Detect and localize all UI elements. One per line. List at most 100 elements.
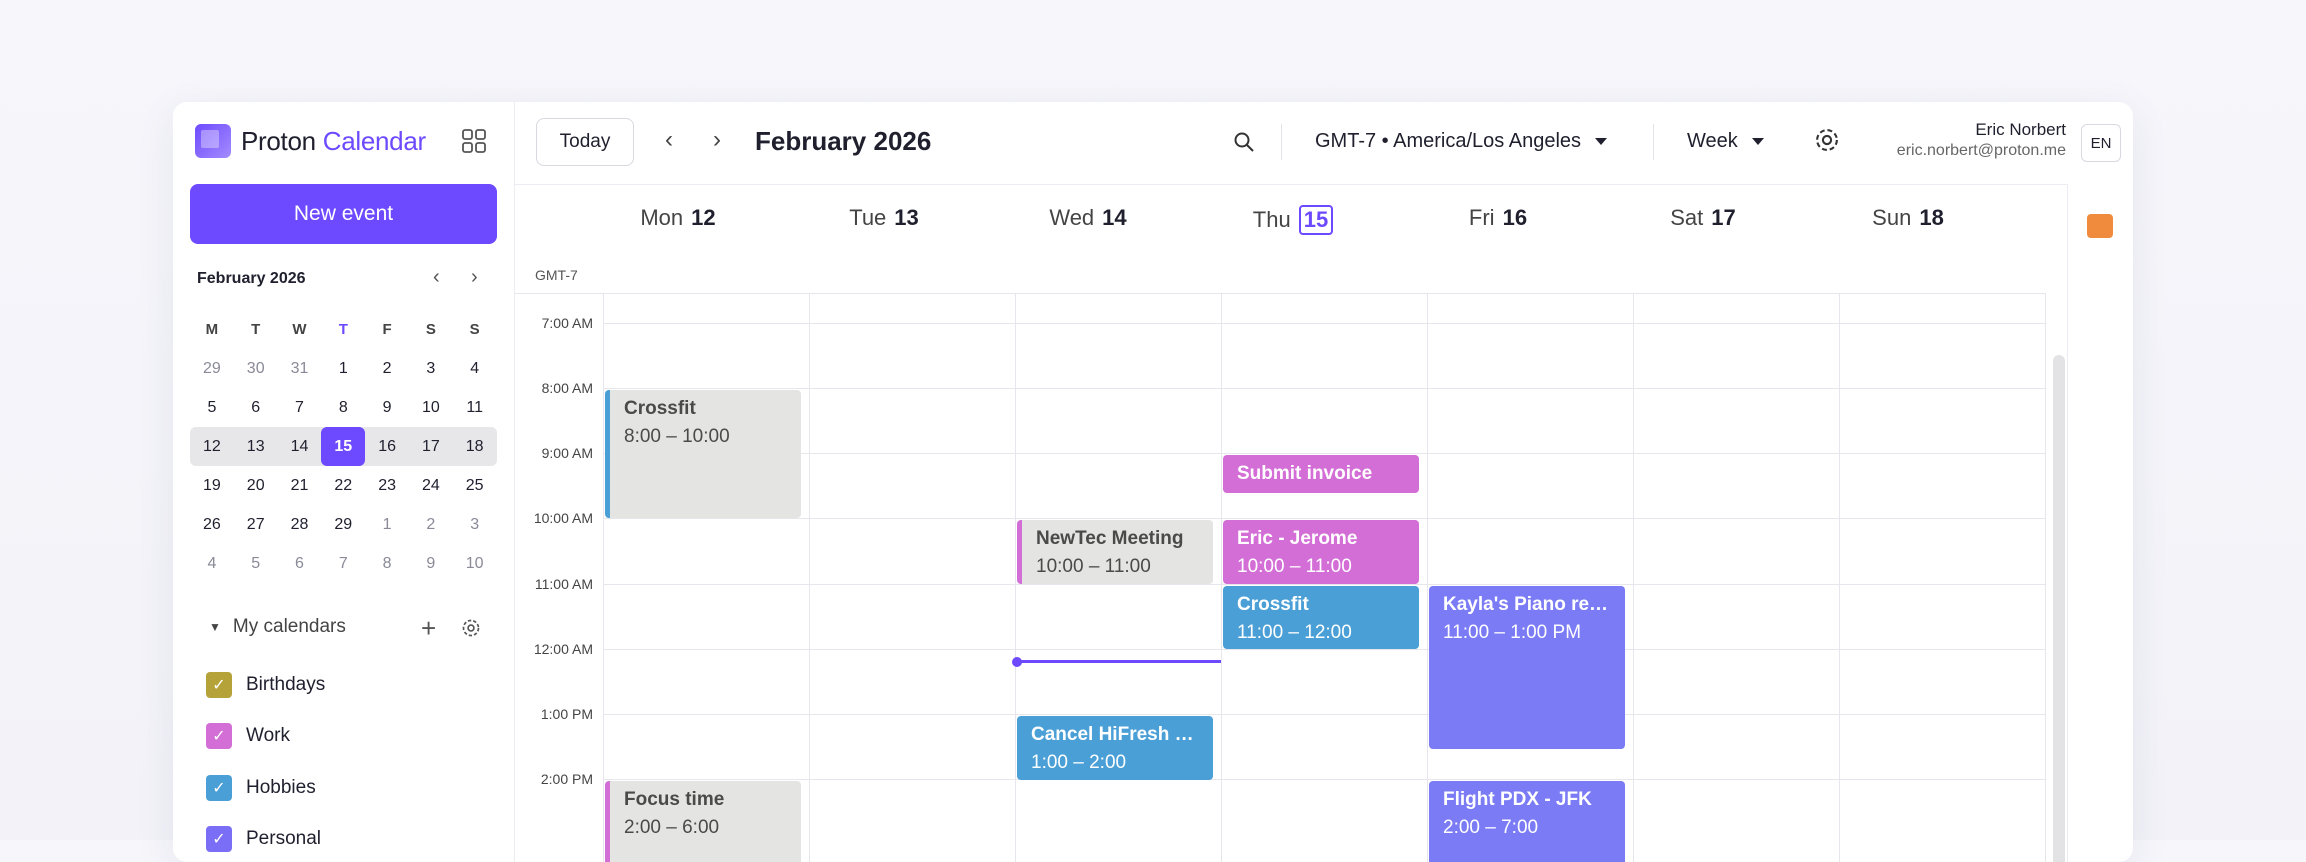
mini-day[interactable]: 19: [190, 477, 234, 495]
mini-day[interactable]: 17: [409, 438, 453, 456]
contacts-icon[interactable]: [2087, 214, 2113, 238]
mini-day[interactable]: 20: [234, 477, 278, 495]
mini-day[interactable]: 4: [190, 555, 234, 573]
checkbox-checked-icon[interactable]: ✓: [206, 723, 232, 749]
event-cancel-hifresh[interactable]: Cancel HiFresh s... 1:00 – 2:00: [1017, 716, 1213, 780]
my-calendars-toggle[interactable]: ▼ My calendars: [209, 616, 346, 638]
calendar-label: Personal: [246, 828, 321, 849]
event-title: Cancel HiFresh s...: [1031, 724, 1199, 745]
mini-day[interactable]: 6: [278, 555, 322, 573]
mini-day[interactable]: 5: [190, 399, 234, 417]
mini-day[interactable]: 29: [321, 516, 365, 534]
mini-day[interactable]: 2: [409, 516, 453, 534]
mini-day[interactable]: 28: [278, 516, 322, 534]
checkbox-checked-icon[interactable]: ✓: [206, 826, 232, 852]
search-icon[interactable]: [1232, 130, 1256, 154]
mini-day[interactable]: 8: [321, 399, 365, 417]
mini-day[interactable]: 13: [234, 438, 278, 456]
mini-day[interactable]: 30: [234, 360, 278, 378]
event-focus-time[interactable]: Focus time 2:00 – 6:00: [605, 781, 801, 862]
day-header-sat[interactable]: Sat 17: [1600, 205, 1806, 231]
day-header-mon[interactable]: Mon 12: [575, 205, 781, 231]
new-event-button[interactable]: New event: [190, 184, 497, 244]
calendar-settings-icon[interactable]: [461, 618, 481, 638]
mini-day[interactable]: 7: [278, 399, 322, 417]
day-header-thu[interactable]: Thu 15: [1190, 205, 1396, 235]
event-time: 1:00 – 2:00: [1031, 752, 1127, 773]
vertical-scrollbar[interactable]: [2053, 355, 2065, 862]
user-email[interactable]: eric.norbert@proton.me: [1897, 142, 2066, 160]
mini-day[interactable]: 10: [453, 555, 497, 573]
day-header-wed[interactable]: Wed 14: [985, 205, 1191, 231]
user-name[interactable]: Eric Norbert: [1975, 120, 2066, 140]
mini-day[interactable]: 23: [365, 477, 409, 495]
day-header-sun[interactable]: Sun 18: [1805, 205, 2011, 231]
mini-day[interactable]: 4: [453, 360, 497, 378]
mini-day[interactable]: 14: [278, 438, 322, 456]
mini-day[interactable]: 8: [365, 555, 409, 573]
mini-day[interactable]: 12: [190, 438, 234, 456]
language-button[interactable]: EN: [2081, 124, 2121, 162]
timezone-select[interactable]: GMT-7 • America/Los Angeles: [1315, 130, 1608, 153]
mini-day[interactable]: 11: [453, 399, 497, 417]
mini-day[interactable]: 26: [190, 516, 234, 534]
mini-next-month-icon[interactable]: ›: [471, 266, 478, 289]
event-crossfit-mon[interactable]: Crossfit 8:00 – 10:00: [605, 390, 801, 518]
event-crossfit-thu[interactable]: Crossfit 11:00 – 12:00: [1223, 586, 1419, 649]
mini-day[interactable]: 25: [453, 477, 497, 495]
mini-day[interactable]: 3: [409, 360, 453, 378]
mini-day[interactable]: 29: [190, 360, 234, 378]
calendar-item-personal[interactable]: ✓ Personal: [206, 826, 321, 852]
mini-day[interactable]: 18: [453, 438, 497, 456]
mini-day-today[interactable]: 15: [321, 427, 366, 466]
calendar-item-birthdays[interactable]: ✓ Birthdays: [206, 672, 325, 698]
event-submit-invoice[interactable]: Submit invoice: [1223, 455, 1419, 493]
today-button[interactable]: Today: [536, 118, 634, 166]
mini-day[interactable]: 2: [365, 360, 409, 378]
view-select[interactable]: Week: [1687, 130, 1764, 153]
settings-gear-icon[interactable]: [1813, 126, 1841, 154]
day-name: Wed: [1049, 205, 1095, 230]
mini-prev-month-icon[interactable]: ‹: [433, 266, 440, 289]
day-number: 13: [894, 205, 919, 230]
mini-day[interactable]: 22: [321, 477, 365, 495]
mini-weekday: S: [425, 321, 436, 338]
event-title: Eric - Jerome: [1237, 528, 1358, 549]
mini-day[interactable]: 1: [365, 516, 409, 534]
app-logo[interactable]: Proton Calendar: [195, 124, 426, 158]
apps-grid-icon[interactable]: [461, 128, 487, 154]
event-title: Focus time: [624, 789, 725, 810]
mini-day[interactable]: 27: [234, 516, 278, 534]
add-calendar-icon[interactable]: +: [421, 613, 436, 644]
calendar-item-hobbies[interactable]: ✓ Hobbies: [206, 775, 316, 801]
mini-day[interactable]: 24: [409, 477, 453, 495]
event-eric-jerome[interactable]: Eric - Jerome 10:00 – 11:00: [1223, 520, 1419, 584]
next-week-icon[interactable]: ›: [713, 126, 721, 154]
mini-day[interactable]: 31: [278, 360, 322, 378]
mini-day[interactable]: 9: [365, 399, 409, 417]
mini-day[interactable]: 5: [234, 555, 278, 573]
mini-day[interactable]: 7: [321, 555, 365, 573]
mini-day[interactable]: 9: [409, 555, 453, 573]
hour-label: 1:00 PM: [540, 706, 593, 722]
event-newtec-meeting[interactable]: NewTec Meeting 10:00 – 11:00: [1017, 520, 1213, 584]
day-name: Sun: [1872, 205, 1912, 230]
checkbox-checked-icon[interactable]: ✓: [206, 775, 232, 801]
day-header-fri[interactable]: Fri 16: [1395, 205, 1601, 231]
mini-day[interactable]: 21: [278, 477, 322, 495]
mini-day[interactable]: 3: [453, 516, 497, 534]
mini-day[interactable]: 16: [365, 438, 409, 456]
checkbox-checked-icon[interactable]: ✓: [206, 672, 232, 698]
mini-day[interactable]: 10: [409, 399, 453, 417]
mini-day[interactable]: 1: [321, 360, 365, 378]
event-title: NewTec Meeting: [1036, 528, 1184, 549]
mini-day[interactable]: 6: [234, 399, 278, 417]
event-kaylas-piano-recital[interactable]: Kayla's Piano reci... 11:00 – 1:00 PM: [1429, 586, 1625, 749]
event-time: 10:00 – 11:00: [1237, 556, 1352, 577]
logo-brand: Proton: [241, 125, 316, 156]
previous-week-icon[interactable]: ‹: [665, 126, 673, 154]
header-divider: [515, 293, 2045, 294]
event-flight-pdx-jfk[interactable]: Flight PDX - JFK 2:00 – 7:00: [1429, 781, 1625, 862]
day-header-tue[interactable]: Tue 13: [781, 205, 987, 231]
calendar-item-work[interactable]: ✓ Work: [206, 723, 290, 749]
